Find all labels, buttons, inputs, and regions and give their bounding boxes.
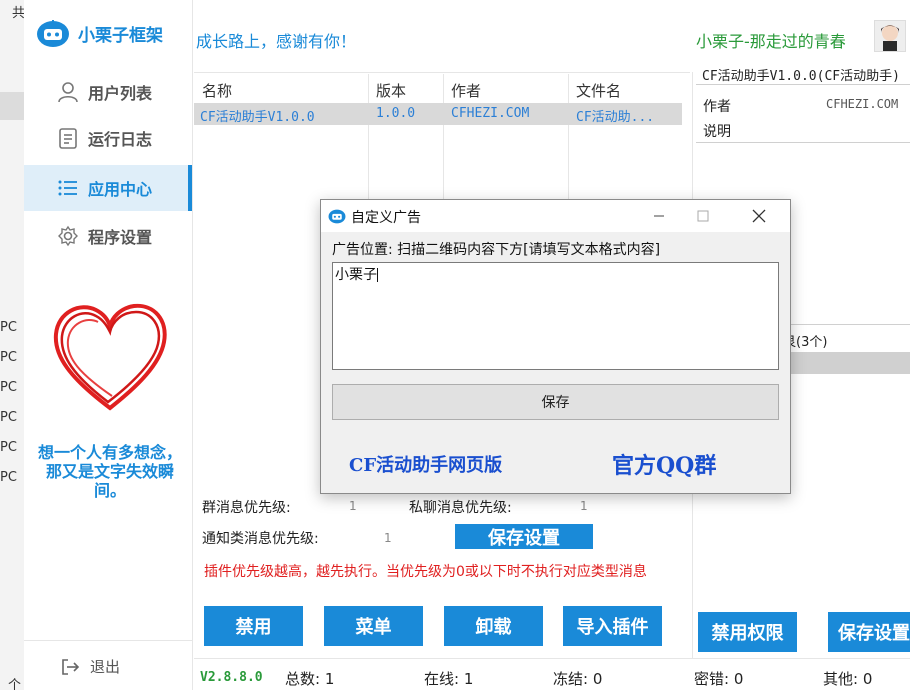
ad-content-text: 小栗子 <box>335 267 377 283</box>
close-icon <box>752 209 766 223</box>
background-pc-label: PC <box>0 440 17 455</box>
avatar[interactable] <box>874 20 906 52</box>
exit-icon <box>62 658 80 675</box>
sidebar-item-settings[interactable]: 程序设置 <box>24 213 192 259</box>
description-label: 说明 <box>703 124 731 140</box>
sidebar-quote: 想一个人有多想念，那又是文字失效瞬间。 <box>37 443 182 500</box>
background-window: 共 PC PC PC PC PC PC 个 <box>0 0 25 693</box>
background-pc-label: PC <box>0 410 17 425</box>
group-priority-input[interactable]: 1 <box>349 499 357 513</box>
user-name[interactable]: 小栗子-那走过的青春 <box>696 28 846 52</box>
frozen-count: 冻结: 0 <box>553 670 603 688</box>
save-priority-button[interactable]: 保存设置 <box>455 524 593 549</box>
background-pc-label: PC <box>0 470 17 485</box>
custom-ad-dialog: 自定义广告 广告位置: 扫描二维码内容下方[请填写文本格式内容] 小栗子 保存 … <box>320 199 791 494</box>
divider <box>194 72 690 73</box>
divider <box>696 84 910 85</box>
exit-label: 退出 <box>90 658 121 676</box>
total-count: 总数: 1 <box>285 670 335 688</box>
password-error-count: 密错: 0 <box>694 670 744 688</box>
disable-button[interactable]: 禁用 <box>204 606 303 646</box>
save-settings-button[interactable]: 保存设置 <box>828 612 910 652</box>
notice-priority-label: 通知类消息优先级: <box>202 531 319 547</box>
avatar-icon <box>881 25 899 51</box>
divider <box>780 324 910 325</box>
web-version-link[interactable]: CF活动助手网页版 <box>349 451 502 477</box>
column-header-file[interactable]: 文件名 <box>576 80 621 101</box>
sidebar-item-label: 程序设置 <box>88 228 153 247</box>
qq-group-link[interactable]: 官方QQ群 <box>612 448 716 480</box>
exit-button[interactable]: 退出 <box>60 656 120 677</box>
sidebar-item-app-center[interactable]: 应用中心 <box>24 165 192 211</box>
background-selection <box>0 92 24 120</box>
priority-warning: 插件优先级越高，越先执行。当优先级为0或以下时不执行对应类型消息 <box>204 564 647 580</box>
group-priority-label: 群消息优先级: <box>202 500 291 516</box>
robot-icon <box>328 209 346 224</box>
background-pc-label: PC <box>0 380 17 395</box>
maximize-icon <box>697 210 709 222</box>
private-priority-input[interactable]: 1 <box>580 499 588 513</box>
author-value: CFHEZI.COM <box>826 97 899 111</box>
sidebar-item-label: 应用中心 <box>88 180 153 199</box>
divider <box>696 142 910 143</box>
ad-content-textarea[interactable]: 小栗子 <box>332 262 779 370</box>
author-label: 作者 <box>703 99 731 115</box>
private-priority-label: 私聊消息优先级: <box>409 500 512 516</box>
background-pc-label: PC <box>0 320 17 335</box>
cell-author: CFHEZI.COM <box>451 106 530 121</box>
column-header-author[interactable]: 作者 <box>451 80 481 101</box>
import-plugin-button[interactable]: 导入插件 <box>563 606 662 646</box>
app-logo: 小栗子框架 <box>36 18 163 48</box>
text-cursor <box>377 268 378 282</box>
version-label: V2.8.8.0 <box>200 670 263 685</box>
heart-icon <box>53 303 167 411</box>
sidebar-item-label: 运行日志 <box>88 130 153 149</box>
other-count: 其他: 0 <box>823 670 873 688</box>
sidebar: 小栗子框架 用户列表 运行日志 应用中心 程序设置 想一个人有多想念，那又是文字… <box>24 0 193 690</box>
online-count: 在线: 1 <box>424 670 474 688</box>
log-icon <box>48 127 88 149</box>
disable-permission-button[interactable]: 禁用权限 <box>698 612 797 652</box>
gear-icon <box>48 225 88 247</box>
column-header-version[interactable]: 版本 <box>376 80 406 101</box>
sidebar-item-users[interactable]: 用户列表 <box>24 69 192 115</box>
robot-icon <box>37 20 69 47</box>
detail-title: CF活动助手V1.0.0(CF活动助手) <box>702 69 900 84</box>
uninstall-button[interactable]: 卸载 <box>444 606 543 646</box>
sidebar-item-label: 用户列表 <box>88 84 153 103</box>
list-icon <box>48 177 88 199</box>
permissions-row[interactable] <box>780 352 910 374</box>
sidebar-item-logs[interactable]: 运行日志 <box>24 115 192 161</box>
background-pc-label: PC <box>0 350 17 365</box>
close-button[interactable] <box>735 200 783 232</box>
maximize-button[interactable] <box>681 200 725 232</box>
dialog-titlebar[interactable]: 自定义广告 <box>321 200 790 232</box>
user-icon <box>48 81 88 103</box>
column-header-name[interactable]: 名称 <box>202 80 232 101</box>
minimize-button[interactable] <box>637 200 681 232</box>
dialog-title: 自定义广告 <box>351 210 421 226</box>
cell-file: CF活动助... <box>576 110 655 125</box>
ad-position-label: 广告位置: 扫描二维码内容下方[请填写文本格式内容] <box>332 242 661 258</box>
divider <box>24 640 192 641</box>
cell-version: 1.0.0 <box>376 106 416 121</box>
minimize-icon <box>654 215 664 217</box>
app-name: 小栗子框架 <box>78 25 163 46</box>
background-text: 个 <box>8 678 22 693</box>
dialog-save-button[interactable]: 保存 <box>332 384 779 420</box>
slogan: 成长路上，感谢有你！ <box>196 32 357 51</box>
menu-button[interactable]: 菜单 <box>324 606 423 646</box>
divider <box>194 658 910 659</box>
notice-priority-input[interactable]: 1 <box>384 531 392 545</box>
cell-name: CF活动助手V1.0.0 <box>200 110 315 125</box>
